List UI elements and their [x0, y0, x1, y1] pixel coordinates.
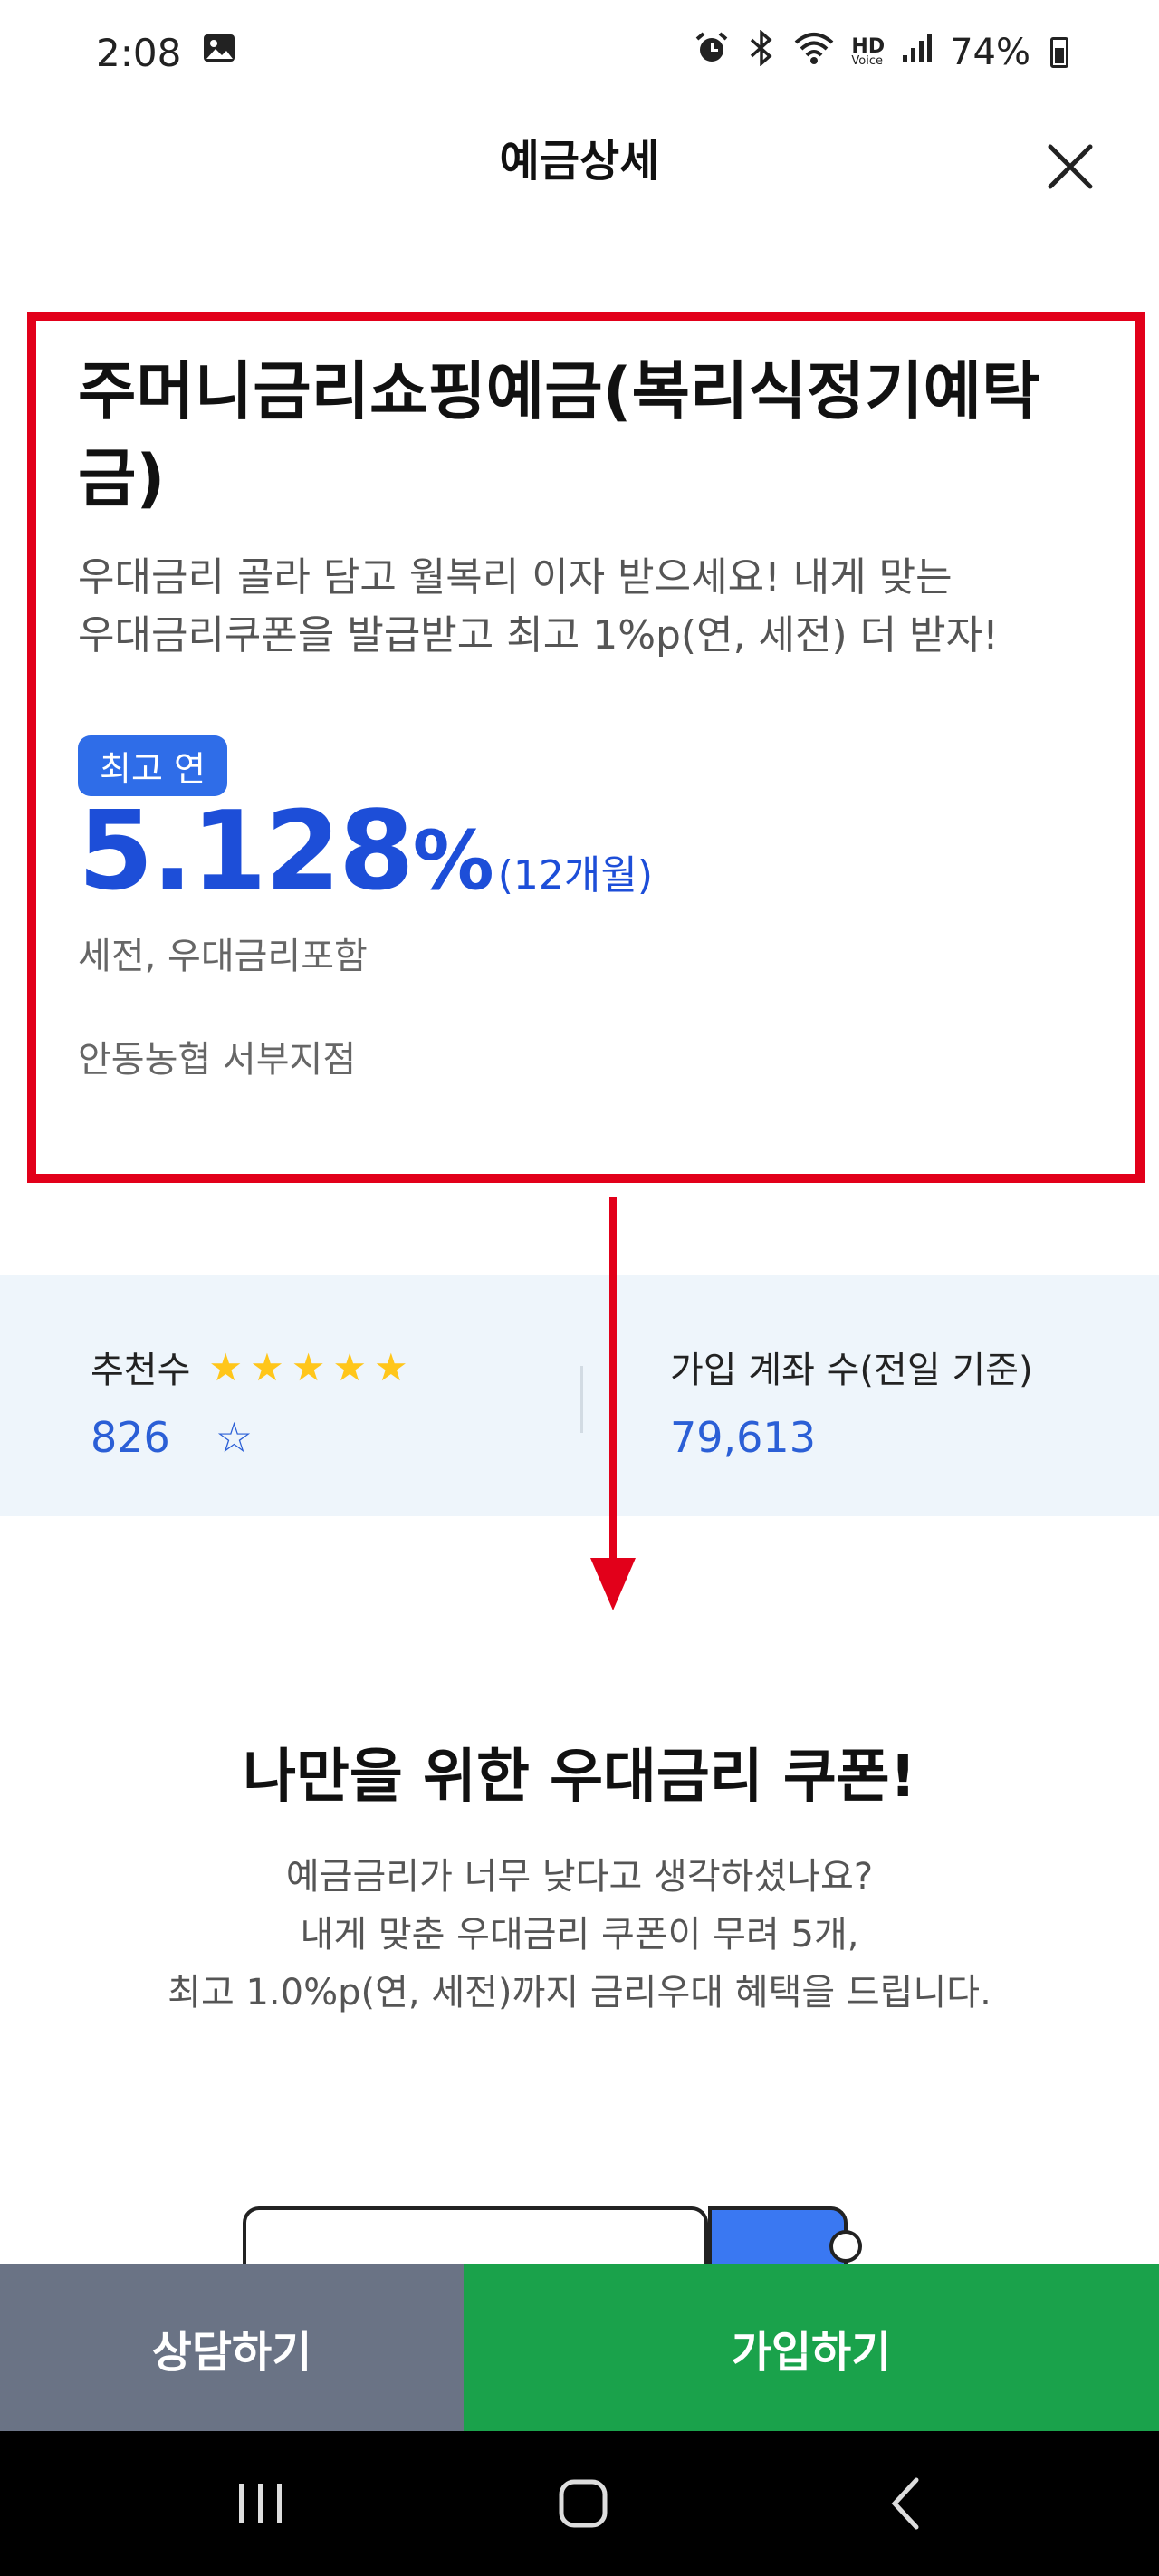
navigation-bar	[0, 2431, 1159, 2576]
accounts-stat: 가입 계좌 수(전일 기준) 79,613	[670, 1341, 1033, 1462]
recent-apps-button[interactable]	[225, 2471, 297, 2536]
battery-icon	[1050, 37, 1068, 68]
recent-apps-icon	[239, 2484, 282, 2523]
alarm-icon	[694, 30, 730, 75]
recommend-count: 826	[91, 1413, 170, 1462]
status-time: 2:08	[96, 30, 182, 75]
close-icon	[1048, 144, 1093, 189]
page-title: 예금상세	[499, 136, 660, 187]
coupon-notch	[829, 2230, 862, 2263]
product-title: 주머니금리쇼핑예금(복리식정기예탁금)	[78, 354, 1040, 515]
stats-divider	[580, 1366, 583, 1433]
star-icon: ★	[374, 1344, 408, 1389]
coupon-graphic	[243, 2206, 708, 2270]
recommend-label-row: 추천수 ★ ★ ★ ★ ★	[91, 1341, 408, 1393]
annotation-arrow-head	[590, 1558, 636, 1610]
voice-label: Voice	[851, 54, 884, 69]
hd-voice-icon: HD Voice	[851, 37, 885, 69]
rate-note: 세전, 우대금리포함	[78, 936, 368, 977]
battery-percent: 74%	[950, 32, 1030, 73]
home-button[interactable]	[547, 2471, 619, 2536]
header: 예금상세	[0, 105, 1159, 214]
star-icon: ★	[208, 1344, 244, 1389]
status-bar: 2:08 HD Voice 74%	[0, 0, 1159, 105]
recommend-label: 추천수	[91, 1350, 191, 1391]
rate-unit: %	[412, 813, 494, 908]
accounts-label: 가입 계좌 수(전일 기준)	[670, 1350, 1033, 1391]
star-icon: ★	[332, 1344, 368, 1389]
promo-line3: 최고 1.0%p(연, 세전)까지 금리우대 혜택을 드립니다.	[168, 1972, 991, 2014]
branch-name: 안동농협 서부지점	[78, 1039, 357, 1081]
product-description-line1: 우대금리 골라 담고 월복리 이자 받으세요! 내게 맞는	[78, 554, 953, 601]
stats-section: 추천수 ★ ★ ★ ★ ★ 826 ☆ 가입 계좌 수(전일 기준) 79,61…	[0, 1275, 1159, 1516]
product-description-line2: 우대금리쿠폰을 발급받고 최고 1%p(연, 세전) 더 받자!	[78, 612, 999, 658]
promo-description: 예금금리가 너무 낮다고 생각하셨나요? 내게 맞춘 우대금리 쿠폰이 무려 5…	[0, 1848, 1159, 2022]
promo-line1: 예금금리가 너무 낮다고 생각하셨나요?	[285, 1856, 874, 1898]
rate-value: 5.128	[78, 789, 415, 915]
rate-term: (12개월)	[497, 852, 654, 899]
product-description: 우대금리 골라 담고 월복리 이자 받으세요! 내게 맞는 우대금리쿠폰을 발급…	[78, 549, 1094, 665]
join-button[interactable]: 가입하기	[464, 2264, 1159, 2431]
interest-rate: 5.128 % (12개월)	[78, 789, 1094, 915]
annotation-arrow-line	[609, 1197, 617, 1596]
consult-button[interactable]: 상담하기	[0, 2264, 464, 2431]
bluetooth-icon	[746, 29, 777, 75]
product-summary-card: 주머니금리쇼핑예금(복리식정기예탁금) 우대금리 골라 담고 월복리 이자 받으…	[27, 312, 1145, 1183]
home-icon	[559, 2479, 608, 2528]
close-button[interactable]	[1041, 138, 1099, 196]
status-left: 2:08	[96, 30, 237, 75]
bottom-action-bar: 상담하기 가입하기	[0, 2264, 1159, 2431]
coupon-graphic-stub	[708, 2206, 848, 2270]
back-button[interactable]	[871, 2471, 943, 2536]
accounts-count: 79,613	[670, 1413, 816, 1462]
recommend-stat: 추천수 ★ ★ ★ ★ ★ 826 ☆	[91, 1341, 408, 1463]
image-icon	[201, 30, 237, 75]
recommend-star-outline-icon[interactable]: ☆	[216, 1413, 253, 1462]
wifi-icon	[793, 30, 835, 75]
status-right: HD Voice 74%	[694, 29, 1068, 75]
signal-icon	[901, 32, 934, 73]
promo-title: 나만을 위한 우대금리 쿠폰!	[243, 1744, 916, 1811]
rate-badge: 최고 연	[78, 735, 227, 796]
rating-stars: ★ ★ ★ ★ ★	[208, 1345, 407, 1389]
star-icon: ★	[291, 1344, 326, 1389]
back-icon	[891, 2477, 919, 2530]
recommend-value-row: 826 ☆	[91, 1413, 408, 1462]
promo-line2: 내게 맞춘 우대금리 쿠폰이 무려 5개,	[300, 1914, 859, 1956]
star-icon: ★	[250, 1344, 284, 1389]
